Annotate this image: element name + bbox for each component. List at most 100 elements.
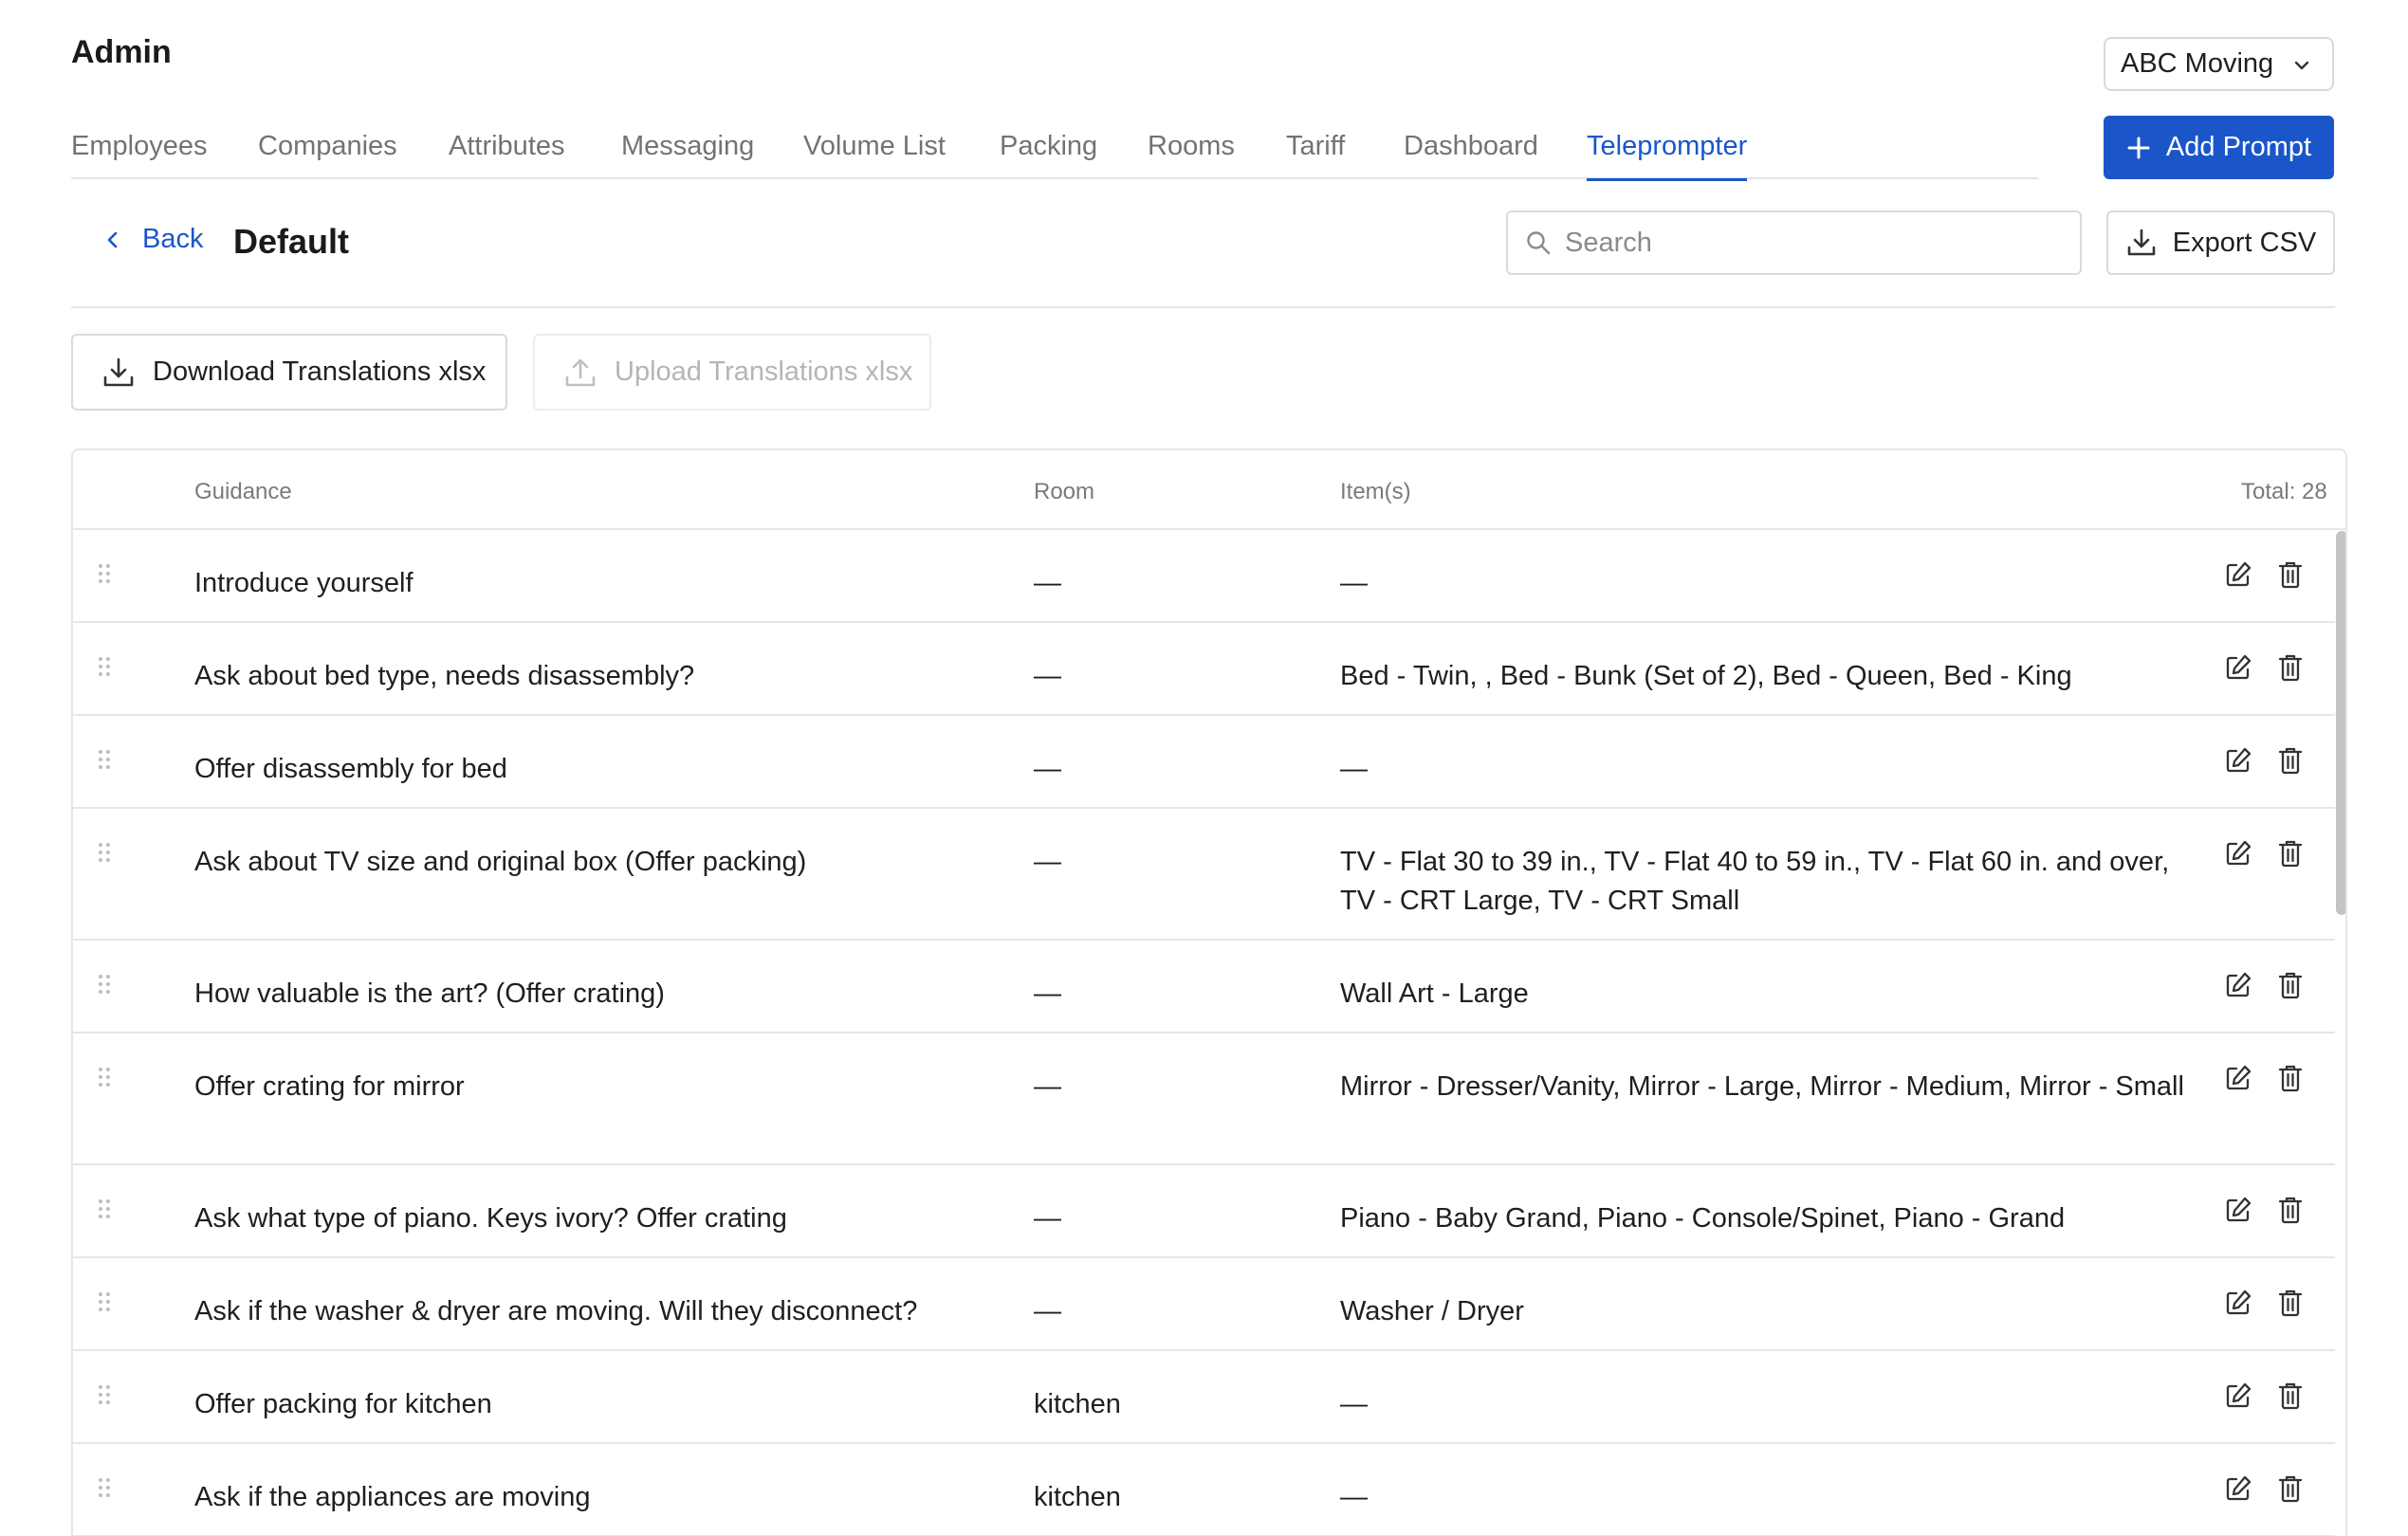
table-row[interactable]: Ask if the appliances are moving kitchen — [73, 1444, 2335, 1536]
edit-icon[interactable] [2224, 1381, 2252, 1410]
table-row[interactable]: Ask if the washer & dryer are moving. Wi… [73, 1258, 2335, 1351]
cell-room: — [1034, 978, 1061, 1009]
trash-icon[interactable] [2277, 971, 2304, 999]
download-translations-button[interactable]: Download Translations xlsx [71, 334, 507, 411]
table-row[interactable]: Offer packing for kitchen kitchen — [73, 1351, 2335, 1444]
cell-room: kitchen [1034, 1389, 1121, 1419]
prompts-table: Guidance Room Item(s) Total: 28 Introduc… [71, 448, 2347, 1536]
company-select[interactable]: ABC Moving [2104, 37, 2334, 91]
trash-icon[interactable] [2277, 1289, 2304, 1317]
admin-tabs: Employees Companies Attributes Messaging… [71, 116, 2038, 181]
cell-items: — [1340, 568, 1368, 598]
export-csv-button[interactable]: Export CSV [2106, 210, 2335, 275]
cell-items: — [1340, 1482, 1368, 1512]
drag-handle-icon[interactable] [98, 560, 111, 583]
trash-icon[interactable] [2277, 1196, 2304, 1224]
trash-icon[interactable] [2277, 746, 2304, 775]
tab-employees[interactable]: Employees [71, 131, 207, 162]
tab-messaging[interactable]: Messaging [621, 131, 754, 162]
upload-translations-button[interactable]: Upload Translations xlsx [533, 334, 931, 411]
tab-packing[interactable]: Packing [1000, 131, 1097, 162]
drag-handle-icon[interactable] [98, 1196, 111, 1218]
back-link[interactable]: Back [104, 224, 203, 255]
edit-icon[interactable] [2224, 1196, 2252, 1224]
cell-guidance: Offer disassembly for bed [194, 754, 507, 784]
export-csv-label: Export CSV [2172, 227, 2317, 258]
cell-guidance: Ask about TV size and original box (Offe… [194, 847, 807, 877]
tab-rooms[interactable]: Rooms [1148, 131, 1235, 162]
scrollbar-thumb[interactable] [2336, 531, 2345, 915]
cell-guidance: Ask if the washer & dryer are moving. Wi… [194, 1296, 918, 1326]
drag-handle-icon[interactable] [98, 839, 111, 862]
cell-guidance: Ask if the appliances are moving [194, 1482, 591, 1512]
cell-items: Piano - Baby Grand, Piano - Console/Spin… [1340, 1203, 2066, 1234]
download-translations-label: Download Translations xlsx [153, 357, 487, 387]
tab-teleprompter[interactable]: Teleprompter [1587, 131, 1748, 181]
search-input[interactable] [1565, 227, 2058, 259]
drag-handle-icon[interactable] [98, 653, 111, 676]
cell-room: — [1034, 1296, 1061, 1326]
add-prompt-button[interactable]: Add Prompt [2104, 116, 2334, 179]
table-row[interactable]: How valuable is the art? (Offer crating)… [73, 941, 2335, 1033]
column-header-guidance: Guidance [194, 479, 292, 504]
chevron-left-icon [107, 231, 118, 247]
edit-icon[interactable] [2224, 1064, 2252, 1092]
drag-handle-icon[interactable] [98, 1289, 111, 1311]
edit-icon[interactable] [2224, 839, 2252, 868]
table-row[interactable]: Offer disassembly for bed — — [73, 716, 2335, 809]
edit-icon[interactable] [2224, 653, 2252, 682]
cell-guidance: Ask what type of piano. Keys ivory? Offe… [194, 1203, 787, 1234]
column-header-items: Item(s) [1340, 479, 1411, 504]
edit-icon[interactable] [2224, 746, 2252, 775]
cell-items: Washer / Dryer [1340, 1296, 1524, 1326]
section-divider [71, 306, 2335, 308]
table-row[interactable]: Introduce yourself — — [73, 530, 2335, 623]
trash-icon[interactable] [2277, 653, 2304, 682]
table-row[interactable]: Ask about TV size and original box (Offe… [73, 809, 2335, 941]
table-row[interactable]: Ask what type of piano. Keys ivory? Offe… [73, 1165, 2335, 1258]
cell-room: — [1034, 847, 1061, 877]
trash-icon[interactable] [2277, 1381, 2304, 1410]
cell-guidance: Introduce yourself [194, 568, 414, 598]
cell-items: TV - Flat 30 to 39 in., TV - Flat 40 to … [1340, 847, 2170, 916]
drag-handle-icon[interactable] [98, 1064, 111, 1087]
page-title: Default [233, 222, 350, 261]
edit-icon[interactable] [2224, 1289, 2252, 1317]
trash-icon[interactable] [2277, 1064, 2304, 1092]
search-box [1506, 210, 2082, 275]
download-icon [2127, 229, 2156, 256]
column-header-room: Room [1034, 479, 1095, 504]
cell-room: — [1034, 661, 1061, 691]
table-row[interactable]: Ask about bed type, needs disassembly? — B… [73, 623, 2335, 716]
admin-title: Admin [71, 34, 172, 70]
drag-handle-icon[interactable] [98, 746, 111, 769]
add-prompt-label: Add Prompt [2165, 132, 2312, 162]
table-header: Guidance Room Item(s) Total: 28 [73, 450, 2345, 530]
trash-icon[interactable] [2277, 560, 2304, 589]
upload-icon [565, 358, 596, 386]
trash-icon[interactable] [2277, 1474, 2304, 1503]
plus-icon [2127, 137, 2150, 158]
cell-items: — [1340, 754, 1368, 784]
cell-room: — [1034, 1071, 1061, 1102]
cell-room: — [1034, 754, 1061, 784]
tab-volume-list[interactable]: Volume List [803, 131, 946, 162]
tab-tariff[interactable]: Tariff [1286, 131, 1345, 162]
total-count: Total: 28 [2241, 479, 2327, 504]
cell-items: — [1340, 1389, 1368, 1419]
edit-icon[interactable] [2224, 1474, 2252, 1503]
drag-handle-icon[interactable] [98, 1474, 111, 1497]
edit-icon[interactable] [2224, 560, 2252, 589]
table-row[interactable]: Offer crating for mirror — Mirror - Dresse… [73, 1033, 2335, 1165]
tab-attributes[interactable]: Attributes [449, 131, 565, 162]
tab-dashboard[interactable]: Dashboard [1404, 131, 1538, 162]
drag-handle-icon[interactable] [98, 1381, 111, 1404]
trash-icon[interactable] [2277, 839, 2304, 868]
back-label: Back [142, 224, 204, 254]
tab-companies[interactable]: Companies [258, 131, 397, 162]
drag-handle-icon[interactable] [98, 971, 111, 994]
search-icon [1527, 231, 1551, 255]
edit-icon[interactable] [2224, 971, 2252, 999]
cell-guidance: Offer crating for mirror [194, 1071, 465, 1102]
cell-room: — [1034, 1203, 1061, 1234]
